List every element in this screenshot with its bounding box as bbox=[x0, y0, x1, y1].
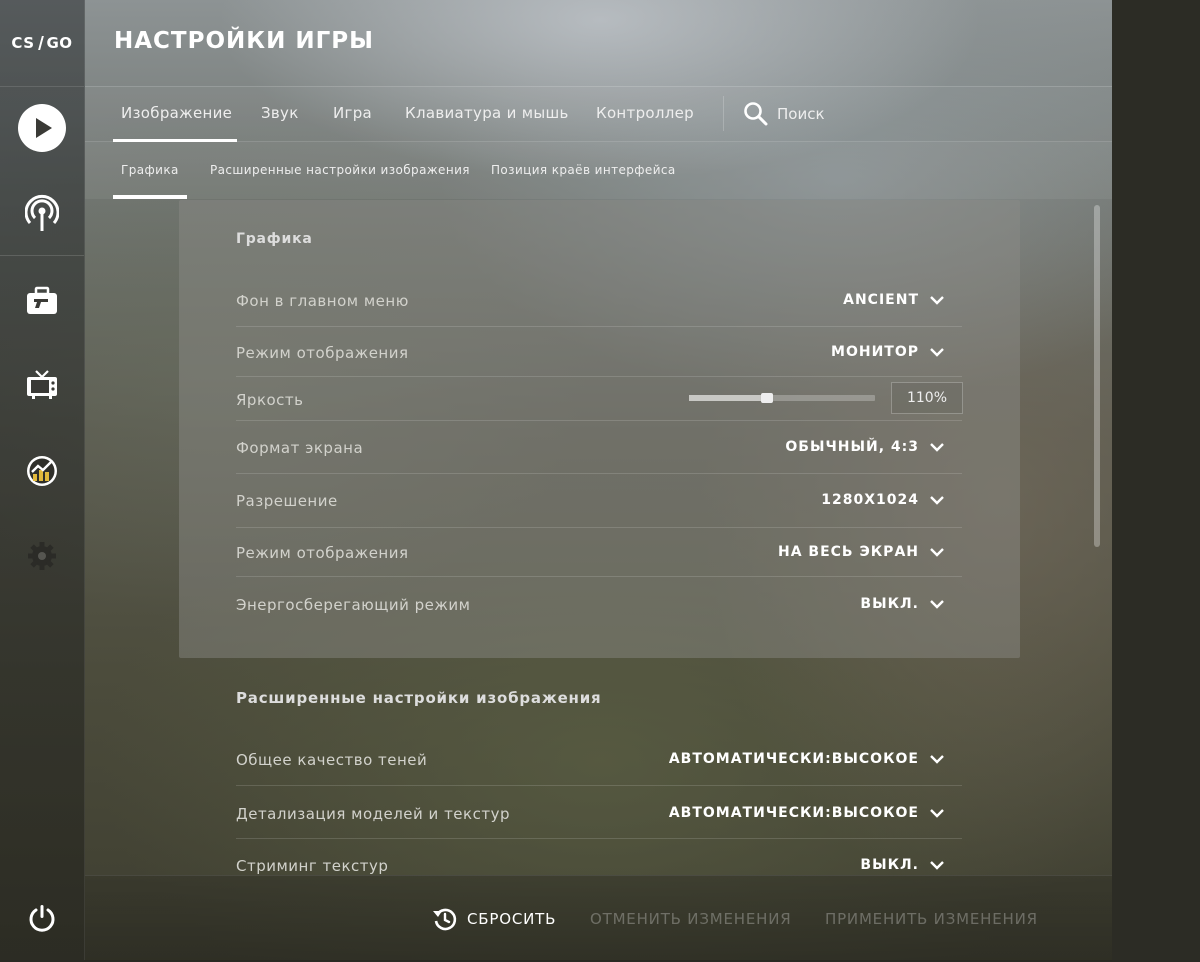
gear-icon bbox=[28, 542, 56, 570]
setting-row-brightness: Яркость 110% bbox=[236, 377, 963, 421]
tab-game[interactable]: Игра bbox=[333, 86, 372, 141]
reset-label: СБРОСИТЬ bbox=[467, 909, 557, 928]
inventory-button[interactable] bbox=[0, 280, 84, 322]
settings-button[interactable] bbox=[0, 536, 84, 576]
cancel-changes-button[interactable]: ОТМЕНИТЬ ИЗМЕНЕНИЯ bbox=[590, 876, 791, 961]
dropdown-value: МОНИТОР bbox=[831, 344, 919, 360]
tab-image[interactable]: Изображение bbox=[112, 86, 238, 142]
setting-row-main-menu-background: Фон в главном меню ANCIENT bbox=[236, 277, 962, 327]
setting-label: Режим отображения bbox=[236, 344, 409, 362]
shadow-quality-dropdown[interactable]: АВТОМАТИЧЕСКИ:ВЫСОКОЕ bbox=[669, 751, 945, 767]
main-tabs: Изображение Звук Игра Клавиатура и мышь … bbox=[85, 86, 1112, 142]
setting-label: Разрешение bbox=[236, 492, 338, 510]
quit-button[interactable] bbox=[0, 898, 84, 938]
subtab-graphics[interactable]: Графика bbox=[113, 142, 187, 199]
setting-label: Фон в главном меню bbox=[236, 292, 409, 310]
dropdown-value: 1280X1024 bbox=[821, 492, 919, 508]
setting-label: Стриминг текстур bbox=[236, 857, 389, 875]
chevron-down-icon bbox=[930, 755, 944, 764]
logo-text-go: GO bbox=[46, 34, 73, 52]
csgo-logo: CS GO bbox=[0, 0, 84, 87]
chevron-down-icon bbox=[930, 600, 944, 609]
chevron-down-icon bbox=[930, 348, 944, 357]
chevron-down-icon bbox=[930, 443, 944, 452]
play-button[interactable] bbox=[0, 100, 84, 156]
advanced-section-title: Расширенные настройки изображения bbox=[236, 689, 602, 707]
subtab-advanced-video[interactable]: Расширенные настройки изображения bbox=[210, 142, 470, 199]
tab-controller[interactable]: Контроллер bbox=[596, 86, 694, 141]
slider-knob[interactable] bbox=[761, 393, 774, 403]
footer-actions: СБРОСИТЬ ОТМЕНИТЬ ИЗМЕНЕНИЯ ПРИМЕНИТЬ ИЗ… bbox=[85, 875, 1112, 961]
broadcast-icon bbox=[25, 194, 59, 231]
watch-tv-button[interactable] bbox=[0, 364, 84, 406]
history-reset-icon bbox=[433, 908, 457, 930]
chevron-down-icon bbox=[930, 861, 944, 870]
setting-row-resolution: Разрешение 1280X1024 bbox=[236, 474, 962, 528]
logo-separator bbox=[37, 36, 45, 50]
search-label: Поиск bbox=[777, 104, 825, 123]
setting-label: Формат экрана bbox=[236, 439, 364, 457]
search-icon bbox=[744, 101, 768, 125]
setting-label: Общее качество теней bbox=[236, 751, 428, 769]
watch-broadcast-button[interactable] bbox=[0, 190, 84, 236]
setting-row-texture-streaming: Стриминг текстур ВЫКЛ. bbox=[236, 839, 962, 875]
reset-button[interactable]: СБРОСИТЬ bbox=[432, 876, 556, 961]
setting-label: Детализация моделей и текстур bbox=[236, 805, 510, 823]
page-title: НАСТРОЙКИ ИГРЫ bbox=[114, 28, 374, 54]
brightness-slider[interactable] bbox=[689, 393, 875, 403]
resolution-dropdown[interactable]: 1280X1024 bbox=[821, 492, 945, 508]
setting-row-aspect-ratio: Формат экрана ОБЫЧНЫЙ, 4:3 bbox=[236, 421, 962, 474]
model-texture-detail-dropdown[interactable]: АВТОМАТИЧЕСКИ:ВЫСОКОЕ bbox=[669, 805, 945, 821]
display-mode-dropdown[interactable]: МОНИТОР bbox=[831, 344, 945, 360]
dropdown-value: ANCIENT bbox=[843, 292, 919, 308]
sub-tabs: Графика Расширенные настройки изображени… bbox=[85, 142, 1112, 199]
fullscreen-mode-dropdown[interactable]: НА ВЕСЬ ЭКРАН bbox=[778, 544, 945, 560]
setting-label: Энергосберегающий режим bbox=[236, 596, 471, 614]
logo-text-cs: CS bbox=[11, 34, 35, 52]
chevron-down-icon bbox=[930, 548, 944, 557]
chevron-down-icon bbox=[930, 296, 944, 305]
subtab-hud-edge-position[interactable]: Позиция краёв интерфейса bbox=[491, 142, 676, 199]
tab-keyboard-mouse[interactable]: Клавиатура и мышь bbox=[405, 86, 569, 141]
stats-icon bbox=[27, 456, 57, 486]
setting-label: Режим отображения bbox=[236, 544, 409, 562]
power-icon bbox=[29, 905, 55, 932]
right-edge-strip bbox=[1112, 0, 1200, 960]
setting-row-model-texture-detail: Детализация моделей и текстур АВТОМАТИЧЕ… bbox=[236, 786, 962, 839]
dropdown-value: АВТОМАТИЧЕСКИ:ВЫСОКОЕ bbox=[668, 805, 919, 821]
setting-row-display-mode: Режим отображения МОНИТОР bbox=[236, 327, 962, 377]
power-saving-dropdown[interactable]: ВЫКЛ. bbox=[860, 596, 945, 612]
brightness-value-field[interactable]: 110% bbox=[891, 382, 963, 414]
inventory-icon bbox=[27, 286, 57, 314]
stats-button[interactable] bbox=[0, 450, 84, 492]
dropdown-value: ВЫКЛ. bbox=[860, 857, 919, 873]
tab-sound[interactable]: Звук bbox=[261, 86, 299, 141]
nav-divider bbox=[0, 255, 84, 256]
setting-row-display-mode-fullscreen: Режим отображения НА ВЕСЬ ЭКРАН bbox=[236, 528, 962, 577]
setting-row-power-saving: Энергосберегающий режим ВЫКЛ. bbox=[236, 577, 962, 629]
dropdown-value: НА ВЕСЬ ЭКРАН bbox=[777, 544, 919, 560]
graphics-section-title: Графика bbox=[236, 231, 313, 247]
dropdown-value: ВЫКЛ. bbox=[860, 596, 919, 612]
dropdown-value: ОБЫЧНЫЙ, 4:3 bbox=[785, 439, 919, 455]
main-menu-background-dropdown[interactable]: ANCIENT bbox=[843, 292, 945, 308]
setting-row-shadow-quality: Общее качество теней АВТОМАТИЧЕСКИ:ВЫСОК… bbox=[236, 733, 962, 786]
slider-fill bbox=[689, 395, 768, 401]
content-scrollbar[interactable] bbox=[1094, 205, 1100, 547]
aspect-ratio-dropdown[interactable]: ОБЫЧНЫЙ, 4:3 bbox=[785, 439, 945, 455]
chevron-down-icon bbox=[930, 496, 944, 505]
tv-icon bbox=[27, 370, 57, 399]
search-button[interactable]: Поиск bbox=[743, 86, 825, 141]
left-navigation: CS GO bbox=[0, 0, 85, 960]
chevron-down-icon bbox=[930, 809, 944, 818]
setting-label: Яркость bbox=[236, 391, 304, 409]
play-icon bbox=[18, 104, 66, 152]
tabs-separator bbox=[723, 96, 724, 131]
page-header: НАСТРОЙКИ ИГРЫ bbox=[85, 0, 1112, 87]
apply-changes-button[interactable]: ПРИМЕНИТЬ ИЗМЕНЕНИЯ bbox=[825, 876, 1038, 961]
texture-streaming-dropdown[interactable]: ВЫКЛ. bbox=[860, 857, 945, 873]
dropdown-value: АВТОМАТИЧЕСКИ:ВЫСОКОЕ bbox=[668, 751, 919, 767]
